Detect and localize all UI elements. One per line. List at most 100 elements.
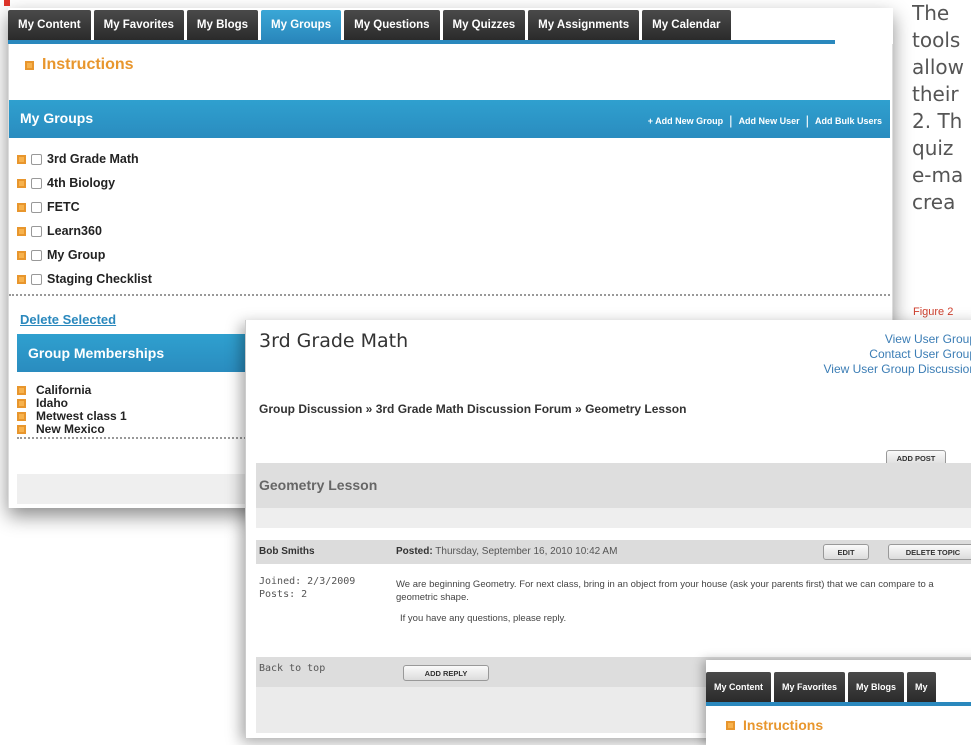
side-text-line: their bbox=[912, 82, 959, 106]
add-new-group-link[interactable]: + Add New Group bbox=[648, 116, 723, 126]
group-checkbox[interactable] bbox=[31, 201, 42, 213]
side-text-line: The bbox=[912, 1, 950, 25]
membership-name[interactable]: California bbox=[36, 383, 91, 397]
instructions-label: Instructions bbox=[42, 56, 134, 73]
author-name: Bob Smiths bbox=[259, 546, 315, 557]
memberships-footer bbox=[17, 474, 257, 504]
post-count: Posts: 2 bbox=[259, 589, 308, 600]
post-author-row: Bob Smiths Posted: Thursday, September 1… bbox=[256, 540, 971, 564]
expand-icon[interactable] bbox=[17, 202, 26, 212]
list-item: FETC bbox=[17, 196, 80, 218]
expand-icon[interactable] bbox=[17, 274, 26, 284]
joined-date: Joined: 2/3/2009 bbox=[259, 576, 356, 587]
side-text-line: tools bbox=[912, 28, 961, 52]
group-name[interactable]: Staging Checklist bbox=[47, 272, 152, 286]
expand-icon[interactable] bbox=[17, 226, 26, 236]
post-title: Geometry Lesson bbox=[259, 477, 378, 493]
delete-selected-link[interactable]: Delete Selected bbox=[20, 312, 116, 327]
group-title: 3rd Grade Math bbox=[259, 330, 409, 352]
list-item: 3rd Grade Math bbox=[17, 148, 139, 170]
group-name[interactable]: My Group bbox=[47, 248, 105, 262]
post-header-strip bbox=[256, 508, 971, 528]
membership-name[interactable]: Idaho bbox=[36, 396, 68, 410]
group-memberships-title: Group Memberships bbox=[28, 345, 165, 361]
side-text-line: allow bbox=[912, 55, 964, 79]
group-checkbox[interactable] bbox=[31, 225, 42, 237]
cropped-tabs-panel: My Content My Favorites My Blogs My Inst… bbox=[706, 660, 971, 745]
author-meta: Joined: 2/3/2009 Posts: 2 bbox=[259, 575, 355, 601]
divider bbox=[17, 437, 257, 439]
group-name[interactable]: 3rd Grade Math bbox=[47, 152, 139, 166]
divider: | bbox=[805, 113, 809, 128]
tab-my-groups[interactable]: My Groups bbox=[261, 10, 342, 40]
group-checkbox[interactable] bbox=[31, 249, 42, 261]
tab-my-favorites[interactable]: My Favorites bbox=[93, 10, 184, 40]
expand-icon[interactable] bbox=[17, 178, 26, 188]
tab-my-content[interactable]: My Content bbox=[706, 672, 771, 702]
side-text-line: e-ma bbox=[912, 163, 964, 187]
corner-mark bbox=[4, 0, 10, 6]
add-reply-button[interactable]: ADD REPLY bbox=[403, 665, 489, 681]
tab-my-blogs[interactable]: My Blogs bbox=[848, 672, 905, 702]
expand-icon[interactable] bbox=[17, 424, 26, 434]
instructions-toggle[interactable]: Instructions bbox=[726, 717, 823, 733]
list-item: Learn360 bbox=[17, 220, 102, 242]
side-text-line: 2. Th bbox=[912, 109, 963, 133]
add-bulk-users-link[interactable]: Add Bulk Users bbox=[815, 116, 882, 126]
list-item: Staging Checklist bbox=[17, 268, 152, 290]
edit-button[interactable]: EDIT bbox=[823, 544, 869, 560]
group-name[interactable]: Learn360 bbox=[47, 224, 102, 238]
list-item: Idaho bbox=[17, 396, 68, 410]
list-item: New Mexico bbox=[17, 422, 105, 436]
tab-my-questions[interactable]: My Questions bbox=[344, 10, 440, 40]
group-checkbox[interactable] bbox=[31, 273, 42, 285]
expand-icon[interactable] bbox=[17, 398, 26, 408]
list-item: Metwest class 1 bbox=[17, 409, 127, 423]
side-text-line: crea bbox=[912, 190, 956, 214]
group-name[interactable]: FETC bbox=[47, 200, 80, 214]
membership-name[interactable]: New Mexico bbox=[36, 422, 105, 436]
instructions-toggle[interactable]: Instructions bbox=[25, 56, 134, 74]
group-memberships-header: Group Memberships bbox=[17, 334, 257, 372]
expand-icon[interactable] bbox=[17, 154, 26, 164]
expand-icon bbox=[25, 60, 34, 70]
divider: | bbox=[729, 113, 733, 128]
tab-my-content[interactable]: My Content bbox=[8, 10, 91, 40]
posted-date: Thursday, September 16, 2010 10:42 AM bbox=[435, 546, 618, 557]
tab-my-calendar[interactable]: My Calendar bbox=[642, 10, 731, 40]
tab-my-quizzes[interactable]: My Quizzes bbox=[442, 10, 526, 40]
expand-icon[interactable] bbox=[17, 411, 26, 421]
group-links: View User Group Contact User Group View … bbox=[823, 332, 971, 377]
posted-label: Posted: bbox=[396, 546, 433, 557]
tab-my-assignments[interactable]: My Assignments bbox=[528, 10, 640, 40]
post-paragraph: If you have any questions, please reply. bbox=[400, 613, 567, 624]
tab-underline bbox=[706, 702, 971, 706]
expand-icon bbox=[726, 720, 735, 730]
add-new-user-link[interactable]: Add New User bbox=[739, 116, 800, 126]
group-name[interactable]: 4th Biology bbox=[47, 176, 115, 190]
figure-caption: Figure 2 bbox=[913, 306, 954, 318]
post-header: Geometry Lesson bbox=[256, 463, 971, 528]
post-body: We are beginning Geometry. For next clas… bbox=[396, 578, 971, 633]
contact-user-group-link[interactable]: Contact User Group bbox=[823, 347, 971, 362]
group-checkbox[interactable] bbox=[31, 153, 42, 165]
back-to-top-link[interactable]: Back to top bbox=[259, 663, 325, 674]
main-tab-bar: My Content My Favorites My Blogs My Grou… bbox=[8, 8, 893, 40]
side-text-line: quiz bbox=[912, 136, 954, 160]
list-item: 4th Biology bbox=[17, 172, 115, 194]
view-user-group-link[interactable]: View User Group bbox=[823, 332, 971, 347]
tab-my-favorites[interactable]: My Favorites bbox=[774, 672, 846, 702]
view-discussion-link[interactable]: View User Group Discussion bbox=[823, 362, 971, 377]
membership-name[interactable]: Metwest class 1 bbox=[36, 409, 127, 423]
expand-icon[interactable] bbox=[17, 385, 26, 395]
list-item: California bbox=[17, 383, 91, 397]
expand-icon[interactable] bbox=[17, 250, 26, 260]
instructions-label: Instructions bbox=[743, 717, 824, 733]
group-checkbox[interactable] bbox=[31, 177, 42, 189]
article-side-text: The tools allow their 2. Th quiz e-ma cr… bbox=[912, 0, 971, 216]
delete-topic-button[interactable]: DELETE TOPIC bbox=[888, 544, 971, 560]
tab-my-blogs[interactable]: My Blogs bbox=[186, 10, 259, 40]
posted-info: Posted: Thursday, September 16, 2010 10:… bbox=[396, 546, 617, 557]
tab-my-more[interactable]: My bbox=[907, 672, 936, 702]
group-actions: + Add New Group | Add New User | Add Bul… bbox=[648, 113, 882, 128]
